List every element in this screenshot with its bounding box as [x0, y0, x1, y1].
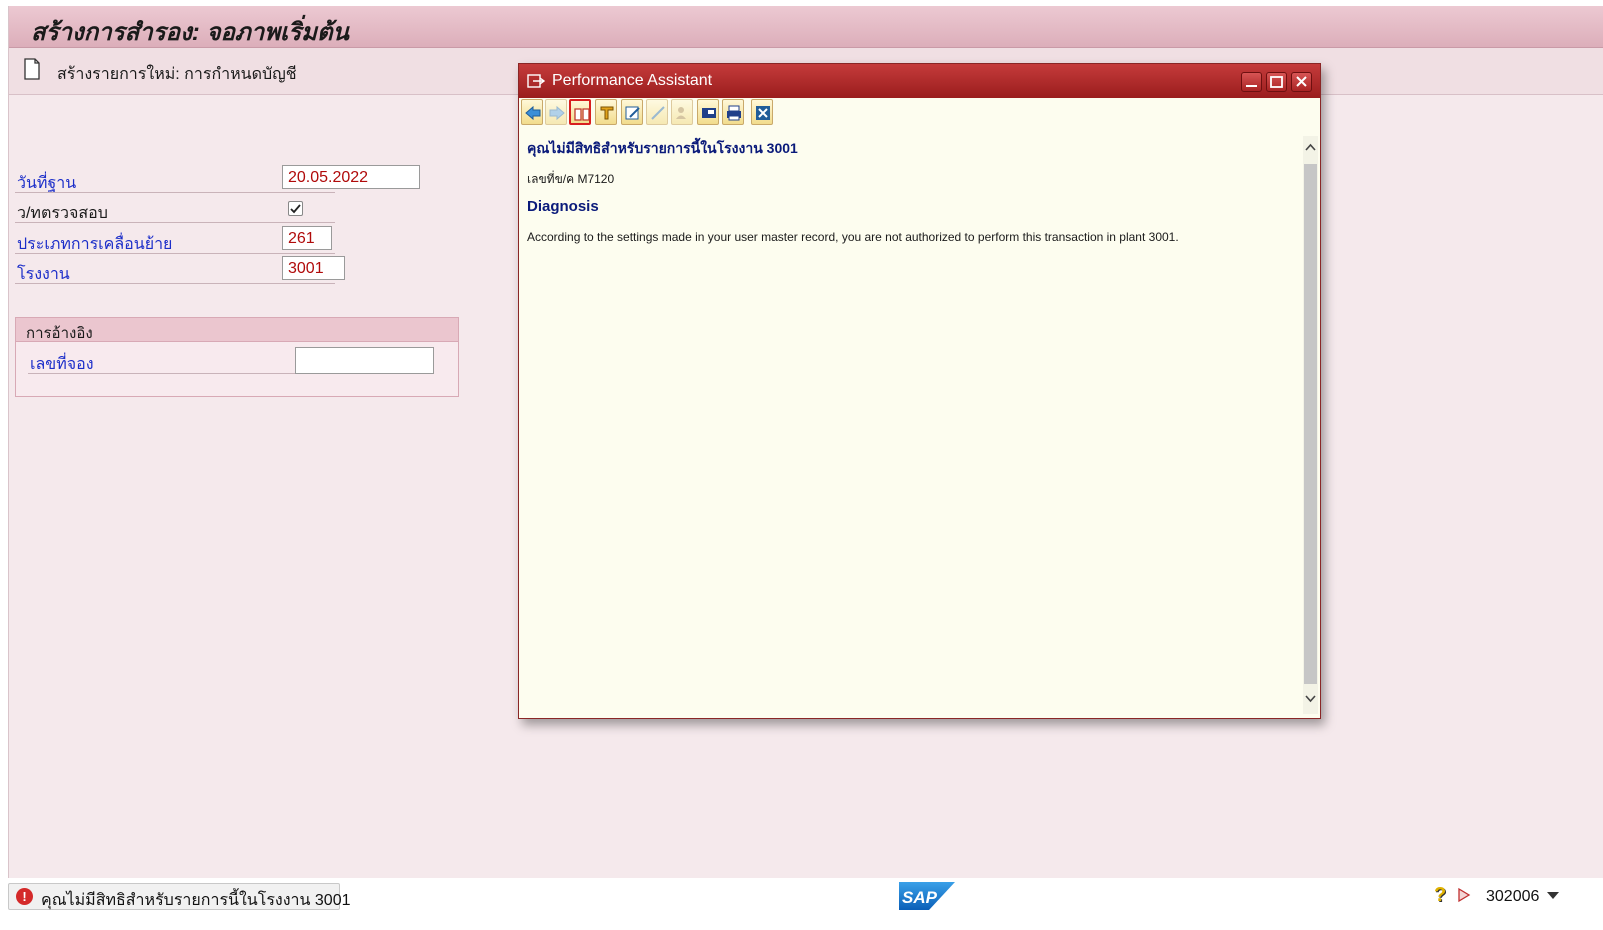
- maximize-icon: [1270, 76, 1283, 88]
- maximize-button[interactable]: [1266, 72, 1287, 92]
- reservation-input[interactable]: [295, 347, 434, 374]
- close-icon: [1296, 76, 1307, 87]
- new-document-icon[interactable]: [23, 58, 41, 80]
- back-button[interactable]: [521, 99, 543, 125]
- close-doc-icon: [756, 106, 770, 120]
- performance-assistant-dialog: Performance Assistant คุณไม่มีสิทธิสำหรั…: [518, 63, 1321, 719]
- status-bar: ! คุณไม่มีสิทธิสำหรับรายการนี้ในโรงงาน 3…: [0, 879, 1603, 930]
- check-label: ว/ทตรวจสอบ: [17, 205, 108, 222]
- tools-icon: [600, 106, 614, 120]
- print-icon: [727, 105, 741, 121]
- checkmark-icon: [290, 204, 301, 214]
- movement-type-input[interactable]: 261: [282, 226, 332, 250]
- reservation-label: เลขที่จอง: [30, 356, 94, 373]
- reference-group-header: การอ้างอิง: [16, 318, 458, 342]
- title-bar: สร้างการสำรอง: จอภาพเริ่มต้น: [9, 6, 1603, 48]
- status-message[interactable]: ! คุณไม่มีสิทธิสำหรับรายการนี้ในโรงงาน 3…: [8, 883, 351, 910]
- assistant-icon: [527, 74, 545, 88]
- tools-button[interactable]: [595, 99, 617, 125]
- close-document-button[interactable]: [751, 99, 773, 125]
- user-button[interactable]: [671, 99, 693, 125]
- link-icon: [651, 106, 665, 120]
- close-button[interactable]: [1291, 72, 1312, 92]
- minimize-button[interactable]: [1241, 72, 1262, 92]
- help-icon[interactable]: ?: [1434, 885, 1450, 905]
- message-number: เลขที่ข/ค M7120: [527, 172, 615, 186]
- sap-logo: SAP: [899, 882, 955, 910]
- field-row-check: ว/ทตรวจสอบ: [15, 196, 335, 223]
- create-new-entry-button[interactable]: สร้างรายการใหม่: การกำหนดบัญชี: [57, 62, 297, 87]
- diagnosis-title: Diagnosis: [527, 198, 599, 215]
- forward-button[interactable]: [545, 99, 567, 125]
- status-message-text: คุณไม่มีสิทธิสำหรับรายการนี้ในโรงงาน 300…: [41, 892, 351, 909]
- movement-type-label: ประเภทการเคลื่อนย้าย: [17, 236, 173, 253]
- display-button[interactable]: [697, 99, 719, 125]
- edit-icon: [625, 106, 640, 120]
- back-icon: [525, 105, 541, 121]
- sap-logo-text: SAP: [902, 888, 938, 907]
- scroll-up-icon[interactable]: [1303, 140, 1318, 156]
- minimize-icon: [1246, 85, 1257, 87]
- field-row-reservation: เลขที่จอง: [28, 347, 296, 374]
- base-date-input[interactable]: 20.05.2022: [282, 165, 420, 189]
- diagnosis-text: According to the settings made in your u…: [527, 230, 1179, 244]
- user-icon: [676, 107, 686, 119]
- print-button[interactable]: [722, 99, 744, 125]
- check-checkbox[interactable]: [288, 201, 303, 216]
- dialog-title-bar[interactable]: Performance Assistant: [519, 64, 1320, 98]
- link-button[interactable]: [646, 99, 668, 125]
- reference-group: การอ้างอิง เลขที่จอง: [15, 317, 459, 397]
- error-icon: !: [16, 888, 33, 905]
- system-info-icon[interactable]: [1457, 887, 1471, 903]
- plant-label: โรงงาน: [17, 266, 70, 283]
- plant-input[interactable]: 3001: [282, 256, 345, 280]
- dialog-scrollbar[interactable]: [1303, 136, 1318, 714]
- scroll-down-icon[interactable]: [1303, 692, 1318, 708]
- system-id: 302006: [1486, 888, 1540, 905]
- forward-icon: [549, 105, 565, 121]
- base-date-label: วันที่ฐาน: [17, 175, 77, 192]
- chevron-down-icon[interactable]: [1547, 892, 1559, 899]
- edit-button[interactable]: [621, 99, 643, 125]
- reference-group-title: การอ้างอิง: [26, 325, 93, 342]
- scroll-thumb[interactable]: [1304, 164, 1317, 684]
- dialog-toolbar: [519, 98, 1320, 128]
- display-icon: [702, 108, 716, 118]
- screen-title: สร้างการสำรอง: จอภาพเริ่มต้น: [31, 19, 349, 46]
- dialog-heading: คุณไม่มีสิทธิสำหรับรายการนี้ในโรงงาน 300…: [527, 140, 798, 156]
- technical-info-icon: [574, 108, 590, 121]
- dialog-title: Performance Assistant: [552, 72, 713, 89]
- technical-info-button[interactable]: [569, 99, 591, 125]
